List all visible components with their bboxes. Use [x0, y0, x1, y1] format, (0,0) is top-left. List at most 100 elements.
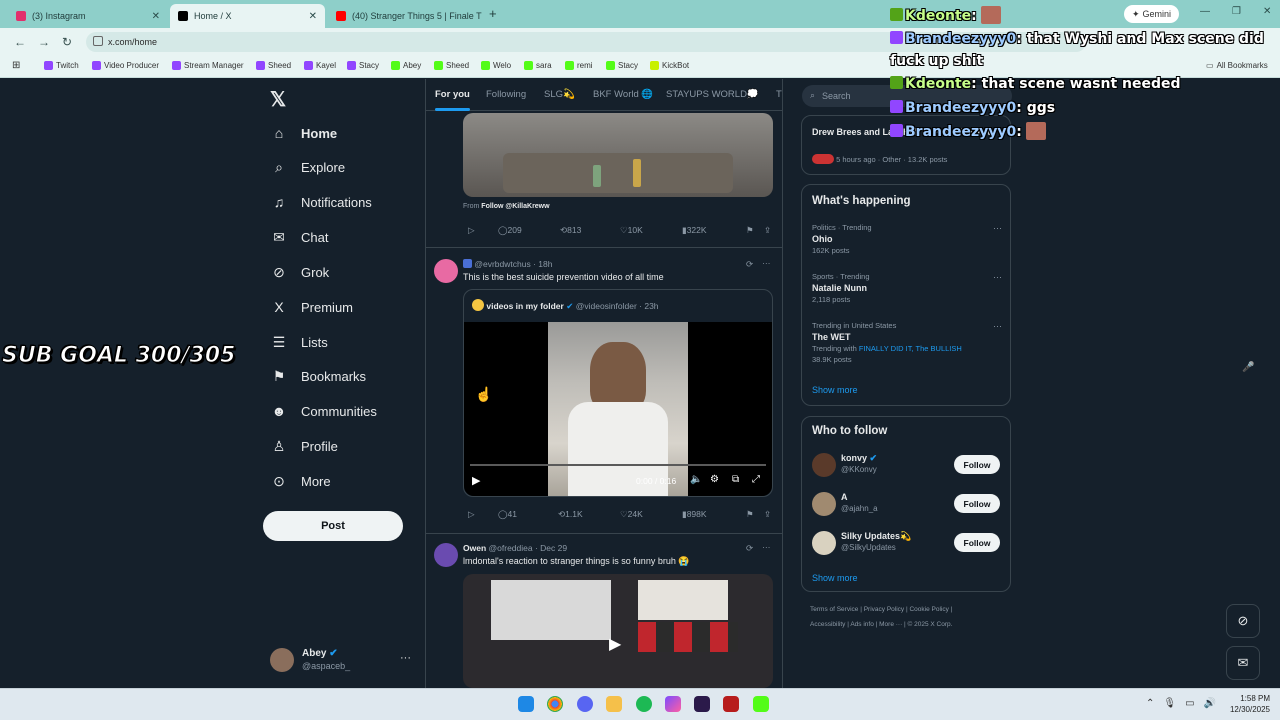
follow-button[interactable]: Follow — [954, 455, 1000, 474]
file-explorer-icon[interactable] — [606, 696, 622, 712]
views-button[interactable]: ▮ 322K — [682, 225, 707, 236]
more-dots-icon[interactable]: ··· — [762, 542, 771, 552]
volume-icon[interactable]: 🔈 — [690, 474, 702, 485]
tab-following[interactable]: Following — [486, 89, 526, 100]
pip-icon[interactable]: ⧉ — [732, 474, 739, 485]
tab-more[interactable]: Ti — [776, 89, 782, 100]
post-video[interactable]: ▶ — [463, 574, 773, 688]
grok-icon[interactable]: ⟳ — [746, 259, 753, 270]
repost-button[interactable]: ⟲ 1.1K — [558, 509, 583, 520]
bookmark-item[interactable]: remi — [565, 61, 593, 70]
more-dots-icon[interactable]: ··· — [400, 652, 411, 664]
site-info-icon[interactable] — [93, 36, 103, 46]
chrome-icon[interactable] — [547, 696, 563, 712]
bookmark-item[interactable]: Welo — [481, 61, 511, 70]
play-circle-icon[interactable]: ▷ — [468, 509, 475, 520]
more-dots-icon[interactable]: ··· — [762, 258, 771, 268]
post-name[interactable]: Owen — [463, 543, 486, 553]
reload-icon[interactable]: ↻ — [62, 35, 72, 49]
tab-bkf-world[interactable]: BKF World 🌐 — [593, 89, 653, 100]
volume-icon[interactable]: 🔊 — [1204, 698, 1216, 709]
discord-icon[interactable] — [577, 696, 593, 712]
views-button[interactable]: ▮ 898K — [682, 509, 707, 520]
fullscreen-icon[interactable]: ⤢ — [752, 474, 760, 485]
bookmark-item[interactable]: sara — [524, 61, 552, 70]
bookmark-icon[interactable]: ⚑ — [746, 225, 754, 236]
tab-for-you[interactable]: For you — [435, 89, 470, 111]
bookmark-item[interactable]: Stacy — [606, 61, 638, 70]
back-arrow-icon[interactable]: ← — [14, 35, 26, 49]
bookmark-item[interactable]: Sheed — [434, 61, 469, 70]
trend-item[interactable]: Sports · Trending Natalie Nunn 2,118 pos… — [812, 272, 1002, 304]
system-clock[interactable]: 1:58 PM 12/30/2025 — [1222, 693, 1270, 715]
close-icon[interactable]: ✕ — [152, 11, 160, 22]
video-player[interactable]: ▶ 0:00 / 0:16 🔈 ⚙ ⧉ ⤢ — [464, 322, 772, 496]
microphone-icon[interactable]: 🎤 — [1242, 362, 1254, 373]
post-button[interactable]: Post — [263, 511, 403, 541]
play-circle-icon[interactable]: ▷ — [468, 225, 475, 236]
from-link[interactable]: Follow @KillaKreww — [481, 203, 549, 210]
more-dots-icon[interactable]: ··· — [993, 223, 1002, 233]
forward-arrow-icon[interactable]: → — [38, 35, 50, 49]
quoted-post[interactable]: videos in my folder ✔ @videosinfolder · … — [463, 289, 773, 497]
tab-stayups-world[interactable]: STAYUPS WORLD💭 — [666, 89, 759, 100]
bookmark-item[interactable]: Kayel — [304, 61, 336, 70]
app-icon[interactable] — [723, 696, 739, 712]
network-icon[interactable]: ▭ — [1185, 698, 1194, 709]
trend-item[interactable]: Trending in United States The WET Trendi… — [812, 321, 1002, 364]
post-handle[interactable]: @ofreddiea · Dec 29 — [489, 543, 568, 553]
kick-app-icon[interactable] — [753, 696, 769, 712]
mic-tray-icon[interactable]: 🎙 — [1163, 698, 1176, 709]
more-dots-icon[interactable]: ··· — [993, 272, 1002, 282]
show-more-link[interactable]: Show more — [812, 385, 858, 395]
like-button[interactable]: ♡ 10K — [620, 225, 643, 236]
share-icon[interactable]: ⇪ — [764, 509, 771, 520]
nav-home[interactable]: ⌂ Home — [271, 121, 337, 145]
grok-float-button[interactable]: ⊘ — [1226, 604, 1260, 638]
bookmark-item[interactable]: Sheed — [256, 61, 291, 70]
bookmark-item[interactable]: Twitch — [44, 61, 79, 70]
nav-more[interactable]: ⊙ More — [271, 469, 331, 493]
footer-links[interactable]: Terms of Service | Privacy Policy | Cook… — [810, 606, 952, 613]
messages-float-button[interactable]: ✉ — [1226, 646, 1260, 680]
nav-lists[interactable]: ☰ Lists — [271, 330, 328, 354]
nav-notifications[interactable]: ♫ Notifications — [271, 190, 372, 214]
trend-item[interactable]: Politics · Trending Ohio 162K posts ··· — [812, 223, 1002, 255]
follow-suggestion[interactable]: Silky Updates💫 @SilkyUpdates Follow — [812, 529, 1002, 559]
premiere-icon[interactable] — [694, 696, 710, 712]
x-logo-icon[interactable]: 𝕏 — [270, 87, 286, 112]
grok-icon[interactable]: ⟳ — [746, 543, 753, 554]
bookmark-item[interactable]: Stacy — [347, 61, 379, 70]
nav-profile[interactable]: ♙ Profile — [271, 434, 338, 458]
copilot-icon[interactable] — [665, 696, 681, 712]
tab-youtube[interactable]: (40) Stranger Things 5 | Finale T ✕ — [328, 4, 486, 28]
tab-instagram[interactable]: (3) Instagram ✕ — [8, 4, 168, 28]
windows-start-icon[interactable] — [518, 696, 534, 712]
nav-bookmarks[interactable]: ⚑ Bookmarks — [271, 364, 366, 388]
nav-explore[interactable]: ⌕ Explore — [271, 155, 345, 179]
footer-links[interactable]: Accessibility | Ads info | More ··· | © … — [810, 621, 952, 628]
reply-button[interactable]: ◯ 209 — [498, 225, 522, 236]
play-icon[interactable]: ▶ — [472, 474, 480, 487]
settings-gear-icon[interactable]: ⚙ — [710, 474, 719, 485]
avatar[interactable] — [434, 543, 458, 567]
progress-bar[interactable] — [470, 464, 766, 466]
nav-communities[interactable]: ☻ Communities — [271, 399, 377, 423]
share-icon[interactable]: ⇪ — [764, 225, 771, 236]
like-button[interactable]: ♡ 24K — [620, 509, 643, 520]
nav-chat[interactable]: ✉ Chat — [271, 225, 328, 249]
play-icon[interactable]: ▶ — [609, 634, 621, 654]
nav-premium[interactable]: X Premium — [271, 295, 353, 319]
show-more-link[interactable]: Show more — [812, 573, 858, 583]
avatar[interactable] — [434, 259, 458, 283]
repost-button[interactable]: ⟲ 813 — [560, 225, 581, 236]
nav-grok[interactable]: ⊘ Grok — [271, 260, 329, 284]
more-dots-icon[interactable]: ··· — [993, 321, 1002, 331]
trend-with-links[interactable]: FINALLY DID IT, The BULLISH — [859, 344, 962, 353]
bookmark-item[interactable]: Abey — [391, 61, 421, 70]
reply-button[interactable]: ◯ 41 — [498, 509, 517, 520]
follow-suggestion[interactable]: konvy ✔ @KKonvy Follow — [812, 451, 1002, 481]
account-switcher[interactable]: Abey ✔ @aspaceb_ ··· — [270, 646, 415, 676]
post-handle[interactable]: @evrbdwtchus · 18h — [474, 259, 552, 269]
apps-grid-icon[interactable]: ⊞ — [12, 60, 20, 71]
